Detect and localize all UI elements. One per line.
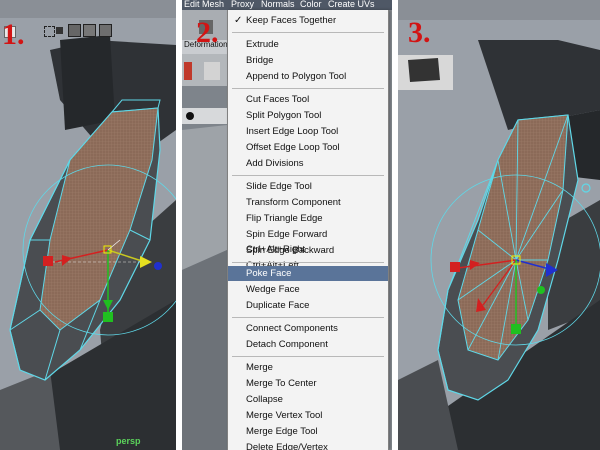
edit-mesh-menu: ✓ Keep Faces Together Extrude Bridge Appen… [227,10,389,450]
menu-separator [232,32,384,33]
menu-item-merge-to-center[interactable]: Merge To Center [228,376,388,391]
menubar-normals[interactable]: Normals [261,0,295,9]
menu-item-offset-edge-loop-tool[interactable]: Offset Edge Loop Tool [228,140,388,155]
menu-item-bridge[interactable]: Bridge [228,53,388,68]
menu-item-insert-edge-loop-tool[interactable]: Insert Edge Loop Tool [228,124,388,139]
menu-bar: Edit Mesh Proxy Normals Color Create UVs [182,0,392,10]
camera-label: persp [116,436,141,446]
menu-separator [232,262,384,263]
menu-item-spin-edge-forward-ctrl-alt-right[interactable]: Spin Edge Forward Ctrl+Alt+Right [228,227,388,255]
menu-separator [232,88,384,89]
menu-item-spin-edge-backward-ctrl-alt-left[interactable]: Spin Edge Backward Ctrl+Alt+Left [228,243,388,271]
menu-item-slide-edge-tool[interactable]: Slide Edge Tool [228,179,388,194]
menu-item-extrude[interactable]: Extrude [228,37,388,52]
cube-icon[interactable] [68,24,81,37]
menu-item-append-to-polygon-tool[interactable]: Append to Polygon Tool [228,69,388,84]
lasso-tool-icon[interactable] [44,26,55,37]
x-axis-handle [43,256,53,266]
menu-item-duplicate-face[interactable]: Duplicate Face [228,298,388,313]
menu-item-merge[interactable]: Merge [228,360,388,375]
menu-separator [232,317,384,318]
viewport-1-scene [0,0,176,450]
viewport-panel-3[interactable]: 3. [398,0,600,450]
menubar-edit-mesh[interactable]: Edit Mesh [184,0,224,9]
menu-item-add-divisions[interactable]: Add Divisions [228,156,388,171]
menubar-color[interactable]: Color [300,0,322,9]
menu-item-merge-edge-tool[interactable]: Merge Edge Tool [228,424,388,439]
menubar-proxy[interactable]: Proxy [231,0,254,9]
menu-item-merge-vertex-tool[interactable]: Merge Vertex Tool [228,408,388,423]
menu-panel-2: Edit Mesh Proxy Normals Color Create UVs… [182,0,392,450]
menu-item-connect-components[interactable]: Connect Components [228,321,388,336]
frame-icon[interactable] [83,24,96,37]
menu-item-flip-triangle-edge[interactable]: Flip Triangle Edge [228,211,388,226]
view-icon[interactable] [99,24,112,37]
viewport-3-scene [398,0,600,450]
checkmark-icon: ✓ [234,15,243,26]
menu-item-wedge-face[interactable]: Wedge Face [228,282,388,297]
step-number-2: 2. [196,16,219,49]
menu-item-detach-component[interactable]: Detach Component [228,337,388,352]
viewport-panel-1[interactable]: 1. persp [0,0,176,450]
menu-item-transform-component[interactable]: Transform Component [228,195,388,210]
menubar-create-uvs[interactable]: Create UVs [328,0,375,9]
step-number-3: 3. [408,16,431,49]
menu-separator [232,356,384,357]
paint-select-icon[interactable] [56,27,63,34]
menu-item-delete-edge-vertex[interactable]: Delete Edge/Vertex [228,440,388,450]
menu-item-poke-face[interactable]: Poke Face [228,266,388,281]
menu-item-keep-faces-together[interactable]: ✓ Keep Faces Together [228,13,388,28]
menu-item-split-polygon-tool[interactable]: Split Polygon Tool [228,108,388,123]
step-number-1: 1. [2,18,25,51]
menu-separator [232,175,384,176]
menu-item-cut-faces-tool[interactable]: Cut Faces Tool [228,92,388,107]
menu-item-collapse[interactable]: Collapse [228,392,388,407]
